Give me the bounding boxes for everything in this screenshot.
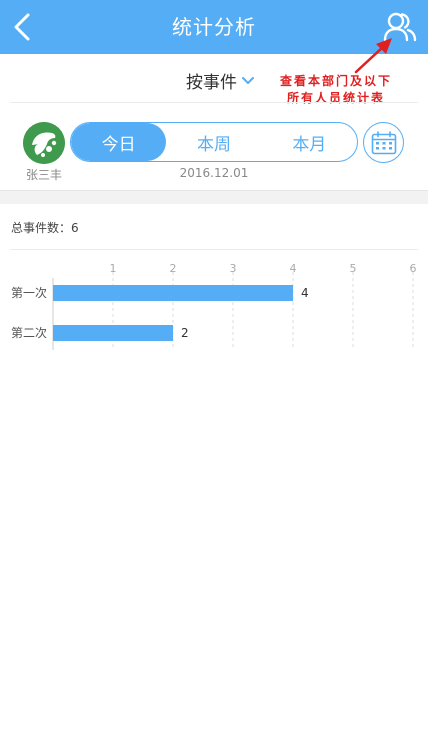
total-events-label: 总事件数：6 — [11, 221, 79, 235]
x-tick-label: 6 — [410, 262, 417, 275]
event-bar-chart: 1 2 3 4 5 6 第一次 4 第二次 2 — [11, 262, 417, 350]
divider — [10, 102, 418, 103]
calendar-button[interactable] — [363, 122, 404, 163]
category-label: 第一次 — [11, 286, 47, 300]
date-label: 2016.12.01 — [179, 166, 249, 180]
tab-today[interactable]: 今日 — [71, 123, 167, 161]
annotation-line-1: 查看本部门及以下 — [279, 74, 392, 88]
avatar[interactable] — [23, 122, 65, 164]
bar[interactable] — [53, 325, 173, 341]
bar-value-label: 4 — [301, 286, 309, 300]
divider — [10, 249, 418, 250]
event-filter-dropdown[interactable]: 按事件 — [186, 67, 254, 93]
category-label: 第二次 — [11, 326, 47, 340]
x-tick-label: 1 — [110, 262, 117, 275]
user-logo-icon — [23, 122, 65, 164]
section-separator — [0, 190, 428, 204]
bar-value-label: 2 — [181, 326, 189, 340]
x-tick-label: 2 — [170, 262, 177, 275]
period-tabs: 今日 本周 本月 — [70, 122, 358, 162]
x-tick-label: 3 — [230, 262, 237, 275]
tab-this-month[interactable]: 本月 — [262, 123, 357, 161]
x-tick-label: 4 — [290, 262, 297, 275]
tab-this-week[interactable]: 本周 — [166, 123, 261, 161]
chevron-left-icon — [14, 13, 30, 41]
calendar-icon — [371, 130, 396, 154]
event-filter-label: 按事件 — [186, 72, 237, 93]
x-tick-label: 5 — [350, 262, 357, 275]
annotation-line-2: 所有人员统计表 — [286, 91, 385, 105]
bar[interactable] — [53, 285, 293, 301]
chevron-down-icon — [242, 77, 254, 84]
annotation-arrow — [354, 38, 392, 74]
back-button[interactable] — [4, 8, 40, 46]
user-name: 张三丰 — [25, 168, 62, 182]
